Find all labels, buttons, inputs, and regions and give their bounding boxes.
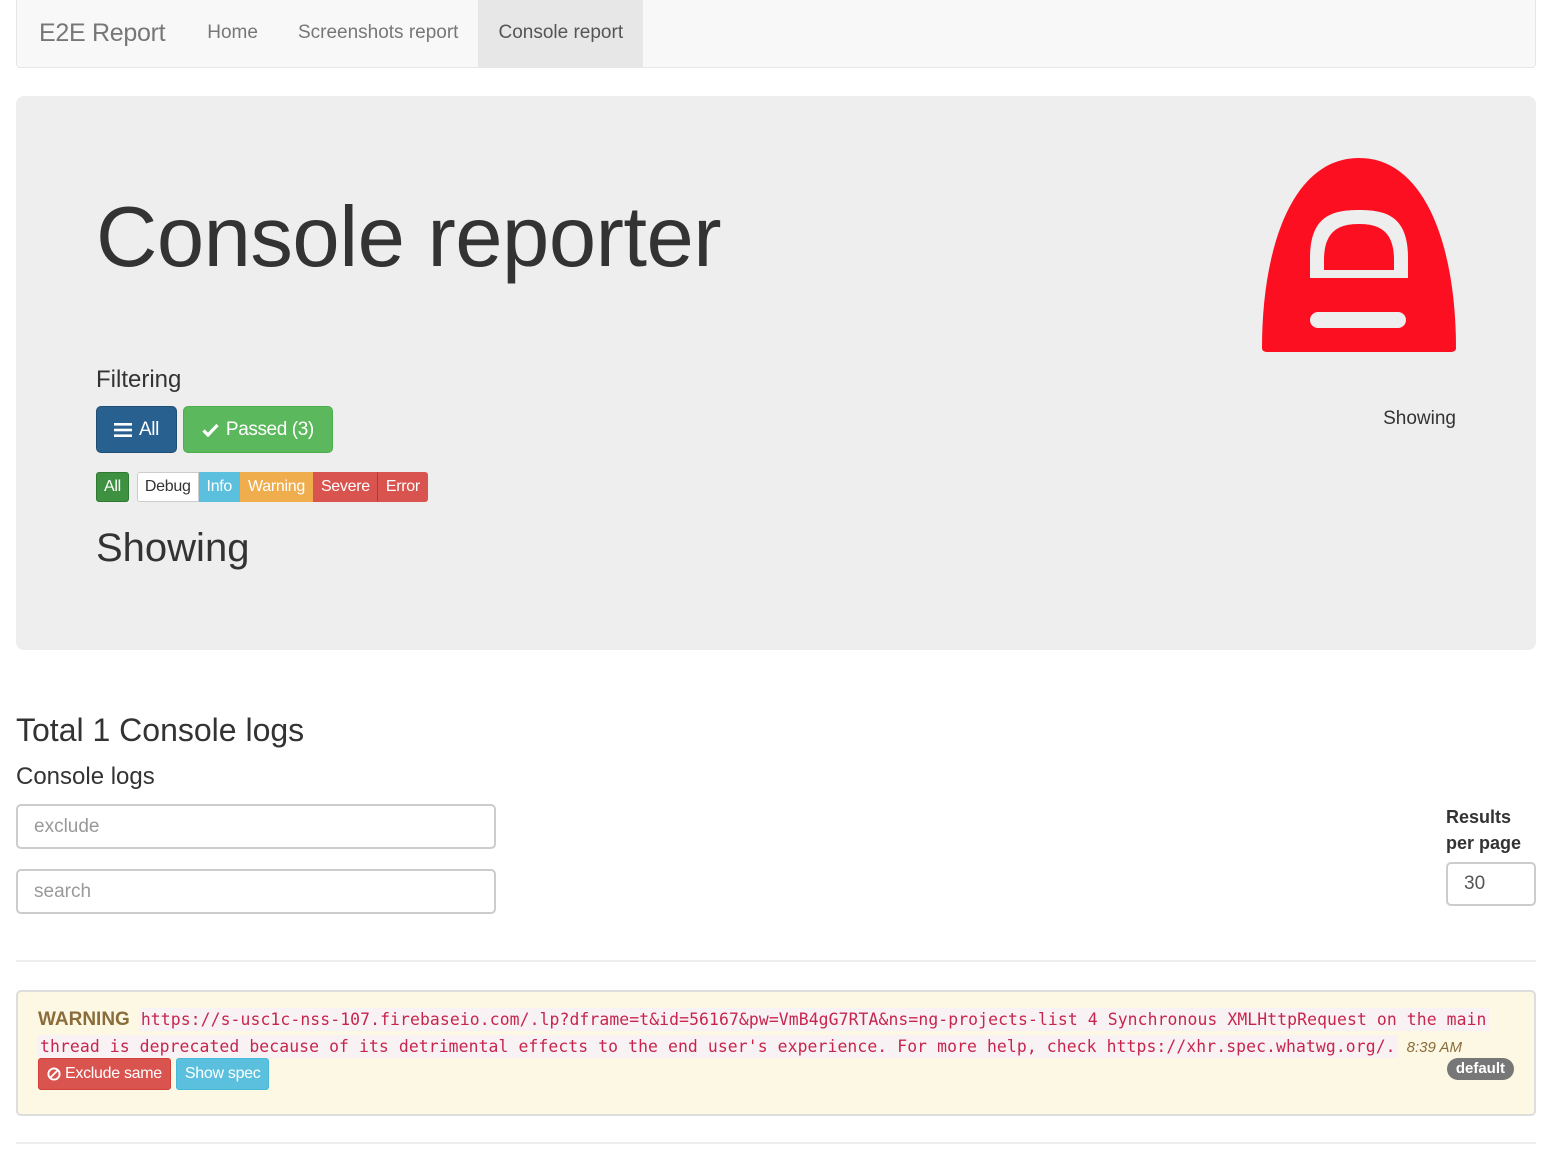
showing-heading: Showing <box>96 526 250 570</box>
ban-icon <box>47 1067 61 1081</box>
search-input[interactable] <box>16 869 496 914</box>
results-per-page-label: Results per page <box>1446 804 1536 856</box>
brand-link[interactable]: E2E Report <box>17 0 187 67</box>
filter-all-label: All <box>139 418 159 440</box>
total-logs-heading: Total 1 Console logs <box>16 712 305 748</box>
divider <box>16 960 1536 962</box>
level-warning-button[interactable]: Warning <box>240 472 313 502</box>
level-error-button[interactable]: Error <box>377 472 428 502</box>
level-all-button[interactable]: All <box>96 472 129 502</box>
navbar: E2E Report Home Screenshots report Conso… <box>16 0 1536 68</box>
show-spec-button[interactable]: Show spec <box>175 1058 270 1090</box>
log-line: WARNING https://s-usc1c-nss-107.firebase… <box>38 1006 1518 1061</box>
log-timestamp: 8:39 AM <box>1406 1039 1462 1056</box>
right-showing-label: Showing <box>1383 408 1456 429</box>
level-info-button[interactable]: Info <box>198 472 241 502</box>
filter-passed-label: Passed (3) <box>225 418 314 440</box>
nav-home[interactable]: Home <box>187 0 278 67</box>
exclude-same-button[interactable]: Exclude same <box>38 1058 171 1090</box>
results-per-page-text: Results per page <box>1446 807 1522 853</box>
results-per-page-input[interactable] <box>1446 862 1536 906</box>
level-severe-button[interactable]: Severe <box>312 472 378 502</box>
nav-screenshots-report[interactable]: Screenshots report <box>278 0 479 67</box>
protractor-logo-icon <box>1262 158 1456 352</box>
browser-badge: default <box>1446 1058 1514 1080</box>
filter-all-button[interactable]: All <box>96 406 177 453</box>
show-spec-label: Show spec <box>184 1065 261 1082</box>
hero-panel: Console reporter Showing Filtering All P… <box>16 96 1536 650</box>
level-debug-button[interactable]: Debug <box>136 472 199 502</box>
log-level-filter-group: All Debug Info Warning Severe Error <box>96 472 428 502</box>
console-logs-subheading: Console logs <box>16 763 155 790</box>
exclude-same-label: Exclude same <box>65 1065 162 1082</box>
exclude-input[interactable] <box>16 804 496 849</box>
page-title: Console reporter <box>96 190 722 285</box>
filtering-label: Filtering <box>96 366 182 393</box>
nav-console-report[interactable]: Console report <box>478 0 644 67</box>
status-filter-group: All Passed (3) <box>96 406 333 453</box>
log-message: https://s-usc1c-nss-107.firebaseio.com/.… <box>38 1008 1489 1058</box>
list-icon <box>114 422 132 437</box>
log-entry: WARNING https://s-usc1c-nss-107.firebase… <box>16 990 1536 1116</box>
log-actions: Exclude same Show spec <box>38 1058 270 1090</box>
filter-passed-button[interactable]: Passed (3) <box>182 406 333 453</box>
divider <box>16 1142 1536 1144</box>
check-icon <box>202 423 219 437</box>
log-level-tag: WARNING <box>38 1009 130 1030</box>
